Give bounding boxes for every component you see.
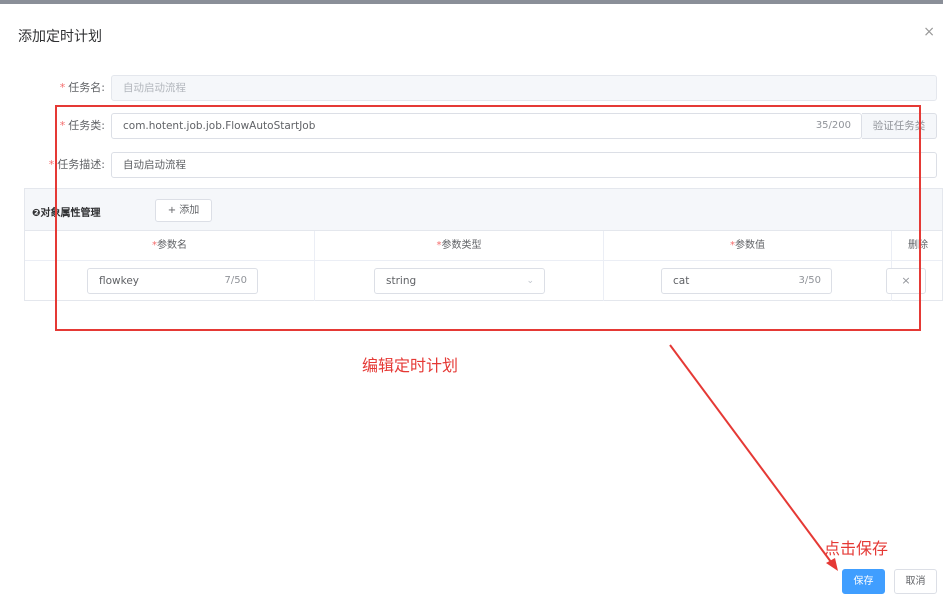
column-header-param-name: *参数名 (25, 231, 315, 261)
task-desc-label: * 任务描述: (30, 152, 105, 178)
task-class-input[interactable]: com.hotent.job.job.FlowAutoStartJob 35/2… (111, 113, 862, 139)
task-class-value: com.hotent.job.job.FlowAutoStartJob (123, 120, 316, 132)
param-name-counter: 7/50 (224, 275, 247, 286)
task-name-input: 自动启动流程 (111, 75, 937, 101)
param-type-value: string (386, 275, 417, 287)
param-value-counter: 3/50 (798, 275, 821, 286)
add-param-button[interactable]: + 添加 (155, 199, 212, 222)
column-label: 参数名 (157, 240, 187, 251)
task-name-label-text: 任务名: (68, 81, 105, 94)
task-name-label: * 任务名: (30, 75, 105, 101)
required-mark: * (59, 81, 66, 94)
required-mark: * (59, 119, 66, 132)
column-label: 删除 (908, 240, 928, 251)
param-name-cell: flowkey 7/50 (25, 261, 315, 301)
param-value-input[interactable]: cat 3/50 (661, 268, 832, 294)
close-icon[interactable]: × (923, 24, 935, 40)
params-panel: ❷对象属性管理 + 添加 *参数名 *参数类型 *参数值 删除 flowkey … (24, 188, 943, 301)
param-value-cell: cat 3/50 (604, 261, 892, 301)
task-desc-row: * 任务描述: 自动启动流程 (0, 152, 943, 178)
params-panel-header: ❷对象属性管理 + 添加 (25, 189, 942, 231)
task-class-counter: 35/200 (815, 120, 851, 131)
task-class-label-text: 任务类: (68, 119, 105, 132)
verify-task-class-button[interactable]: 验证任务类 (862, 113, 937, 139)
column-label: 参数值 (735, 240, 765, 251)
column-header-param-value: *参数值 (604, 231, 892, 261)
param-name-value: flowkey (99, 275, 140, 287)
task-desc-input[interactable]: 自动启动流程 (111, 152, 937, 178)
column-header-param-type: *参数类型 (315, 231, 604, 261)
param-type-select[interactable]: string ⌄ (374, 268, 545, 294)
table-row: flowkey 7/50 string ⌄ cat 3/50 × (25, 261, 942, 301)
param-type-cell: string ⌄ (315, 261, 604, 301)
param-name-input[interactable]: flowkey 7/50 (87, 268, 258, 294)
annotation-edit-note: 编辑定时计划 (362, 356, 459, 375)
delete-row-button[interactable]: × (886, 268, 926, 294)
save-button[interactable]: 保存 (842, 569, 885, 594)
annotation-save-note: 点击保存 (824, 539, 889, 558)
task-name-placeholder: 自动启动流程 (123, 82, 186, 94)
task-name-row: * 任务名: 自动启动流程 (0, 75, 943, 101)
params-table-header: *参数名 *参数类型 *参数值 删除 (25, 231, 942, 261)
chevron-down-icon: ⌄ (526, 276, 534, 286)
task-class-row: * 任务类: com.hotent.job.job.FlowAutoStartJo… (0, 113, 943, 139)
dialog-title: 添加定时计划 (18, 29, 102, 45)
param-value-value: cat (673, 275, 690, 287)
column-label: 参数类型 (441, 240, 482, 251)
task-class-label: * 任务类: (30, 113, 105, 139)
task-desc-label-text: 任务描述: (57, 158, 105, 171)
cancel-button[interactable]: 取消 (894, 569, 937, 594)
params-panel-title: ❷对象属性管理 (32, 208, 101, 219)
close-icon: × (901, 274, 911, 287)
required-mark: * (48, 158, 55, 171)
task-desc-value: 自动启动流程 (123, 159, 186, 171)
column-header-delete: 删除 (892, 231, 943, 261)
